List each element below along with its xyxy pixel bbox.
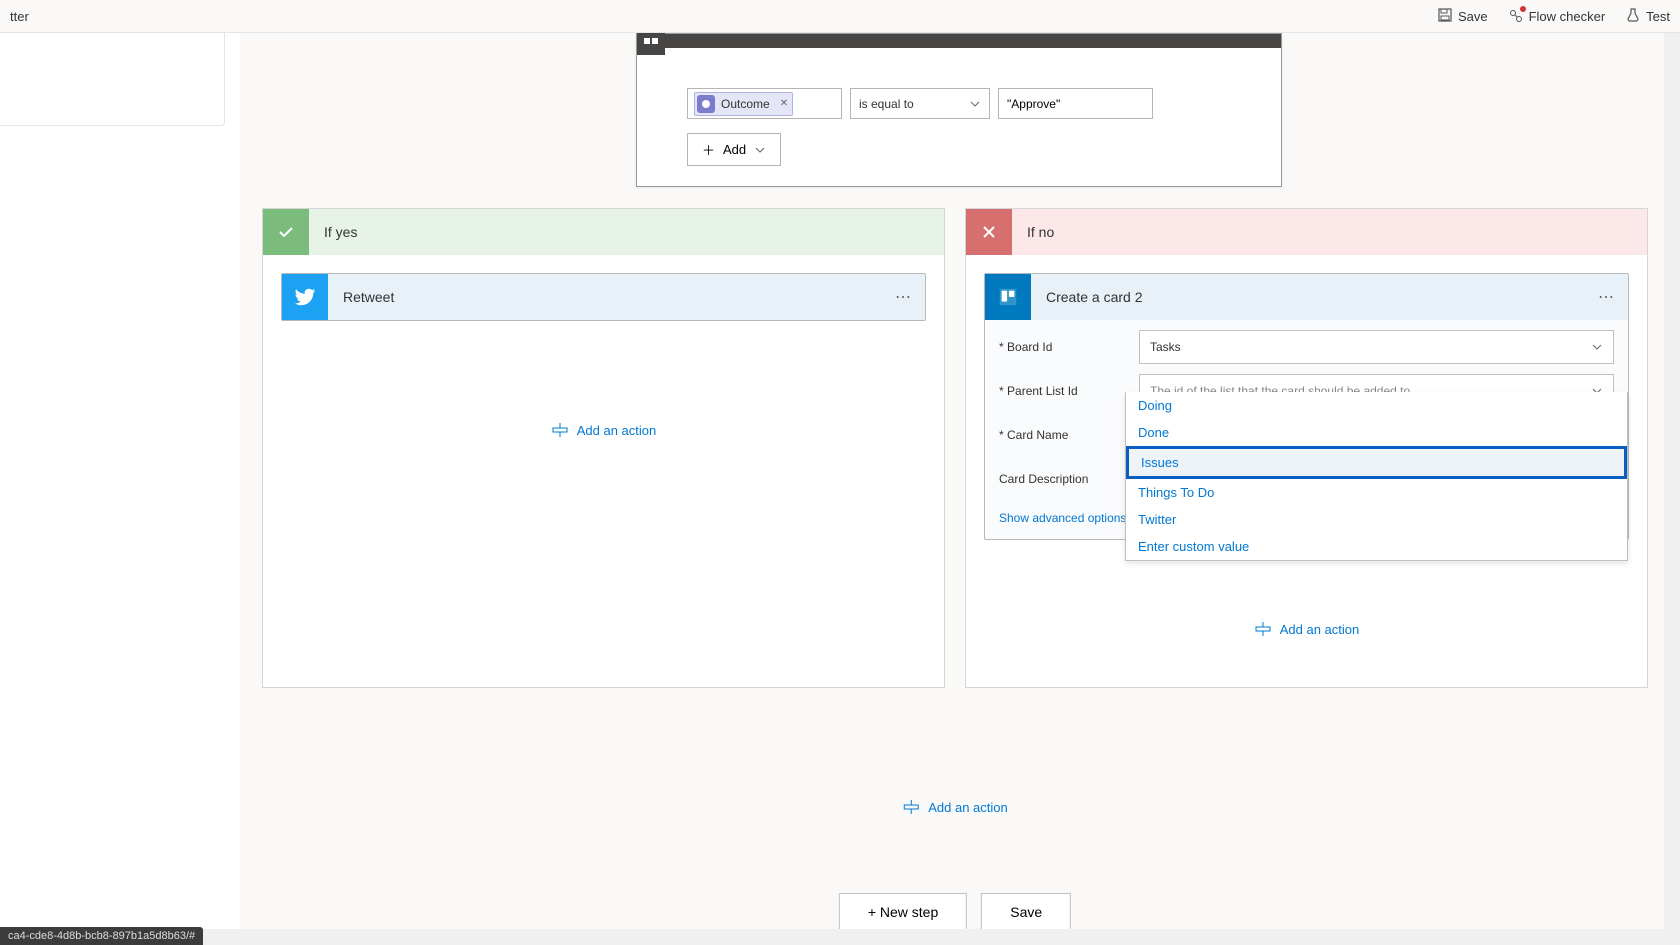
dropdown-item-things-to-do[interactable]: Things To Do	[1126, 479, 1627, 506]
dropdown-item-twitter[interactable]: Twitter	[1126, 506, 1627, 533]
field-board-id: * Board Id Tasks	[999, 330, 1614, 364]
field-board-label: * Board Id	[999, 340, 1139, 354]
board-id-select[interactable]: Tasks	[1139, 330, 1614, 364]
flow-checker-label: Flow checker	[1529, 9, 1606, 24]
close-icon	[966, 209, 1012, 255]
page-title-fragment: tter	[10, 9, 29, 24]
vertical-scrollbar[interactable]	[1664, 33, 1680, 945]
action-create-card-header: Create a card 2 ⋯	[985, 274, 1628, 320]
action-create-card-title: Create a card 2	[1046, 289, 1598, 305]
add-action-icon	[1254, 620, 1272, 638]
dropdown-item-custom[interactable]: Enter custom value	[1126, 533, 1627, 560]
condition-value-input[interactable]	[998, 88, 1153, 119]
status-bar: ca4-cde8-4d8b-bcb8-897b1a5d8b63/#	[0, 927, 203, 945]
test-button[interactable]: Test	[1625, 7, 1670, 26]
test-label: Test	[1646, 9, 1670, 24]
new-step-button[interactable]: + New step	[839, 893, 967, 931]
action-create-card-fields: * Board Id Tasks * Parent List Id The id…	[985, 320, 1628, 539]
branch-no: If no Create a card 2 ⋯ *	[965, 208, 1648, 688]
add-action-no-label: Add an action	[1280, 622, 1360, 637]
branch-no-label: If no	[1027, 224, 1054, 240]
condition-operator-select[interactable]: is equal to	[850, 88, 990, 119]
condition-row: Outcome ✕ is equal to	[687, 88, 1231, 119]
chevron-down-icon	[754, 144, 766, 156]
condition-left-operand[interactable]: Outcome ✕	[687, 88, 842, 119]
action-retweet-card[interactable]: Retweet ⋯	[281, 273, 926, 321]
add-action-icon	[902, 798, 920, 816]
branch-yes-header[interactable]: If yes	[263, 209, 944, 255]
flow-checker-button[interactable]: Flow checker	[1508, 8, 1606, 24]
footer-buttons: + New step Save	[839, 893, 1071, 931]
dropdown-item-done[interactable]: Done	[1126, 419, 1627, 446]
operator-label: is equal to	[859, 97, 914, 111]
add-label: Add	[723, 142, 746, 157]
condition-header	[637, 34, 1281, 48]
action-retweet-header: Retweet ⋯	[282, 274, 925, 320]
branch-yes-label: If yes	[324, 224, 357, 240]
trello-icon	[985, 274, 1031, 320]
add-action-global-label: Add an action	[928, 800, 1008, 815]
branch-no-body: Create a card 2 ⋯ * Board Id Tasks	[966, 255, 1647, 687]
save-icon	[1437, 7, 1453, 26]
chevron-down-icon	[1591, 341, 1603, 353]
branch-yes-body: Retweet ⋯ Add an action	[263, 255, 944, 687]
save-button[interactable]: Save	[1437, 7, 1488, 26]
action-retweet-title: Retweet	[343, 289, 895, 305]
condition-add-button[interactable]: ＋ Add	[687, 133, 781, 166]
add-action-no[interactable]: Add an action	[1254, 600, 1360, 648]
action-menu-icon[interactable]: ⋯	[895, 287, 913, 307]
action-menu-icon[interactable]: ⋯	[1598, 287, 1616, 307]
flow-canvas[interactable]: Outcome ✕ is equal to ＋ Add	[240, 33, 1670, 945]
twitter-icon	[282, 274, 328, 320]
token-icon	[697, 95, 715, 113]
token-label: Outcome	[721, 97, 770, 111]
dynamic-token-outcome[interactable]: Outcome ✕	[694, 92, 793, 116]
field-parent-label: * Parent List Id	[999, 384, 1139, 398]
topbar: tter Save Flow checker Test	[0, 0, 1680, 33]
canvas-wrap: Outcome ✕ is equal to ＋ Add	[0, 33, 1680, 945]
branches-container: If yes Retweet ⋯ Add an	[262, 208, 1648, 688]
flask-icon	[1625, 7, 1641, 26]
field-card-desc-label: Card Description	[999, 472, 1139, 486]
branch-no-header[interactable]: If no	[966, 209, 1647, 255]
token-remove-icon[interactable]: ✕	[780, 98, 788, 109]
topbar-actions: Save Flow checker Test	[1437, 7, 1670, 26]
flow-checker-icon	[1508, 8, 1524, 24]
add-action-yes[interactable]: Add an action	[551, 401, 657, 449]
dropdown-item-issues[interactable]: Issues	[1126, 446, 1627, 479]
condition-card[interactable]: Outcome ✕ is equal to ＋ Add	[636, 33, 1282, 187]
horizontal-scrollbar[interactable]	[0, 929, 1664, 945]
save-flow-button[interactable]: Save	[981, 893, 1071, 931]
add-action-icon	[551, 421, 569, 439]
left-side-panel	[0, 33, 225, 126]
field-card-name-label: * Card Name	[999, 428, 1139, 442]
checkmark-icon	[263, 209, 309, 255]
action-create-card[interactable]: Create a card 2 ⋯ * Board Id Tasks	[984, 273, 1629, 540]
chevron-down-icon	[969, 98, 981, 110]
plus-icon: ＋	[702, 140, 715, 159]
save-label: Save	[1458, 9, 1488, 24]
condition-body: Outcome ✕ is equal to ＋ Add	[637, 48, 1281, 186]
notification-dot	[1520, 6, 1526, 12]
branch-yes: If yes Retweet ⋯ Add an	[262, 208, 945, 688]
parent-list-dropdown: DoingDoneIssuesThings To DoTwitterEnter …	[1125, 392, 1628, 561]
dropdown-item-doing[interactable]: Doing	[1126, 392, 1627, 419]
board-id-value: Tasks	[1150, 340, 1181, 354]
add-action-yes-label: Add an action	[577, 423, 657, 438]
condition-icon	[637, 33, 665, 55]
add-action-global[interactable]: Add an action	[902, 778, 1008, 826]
